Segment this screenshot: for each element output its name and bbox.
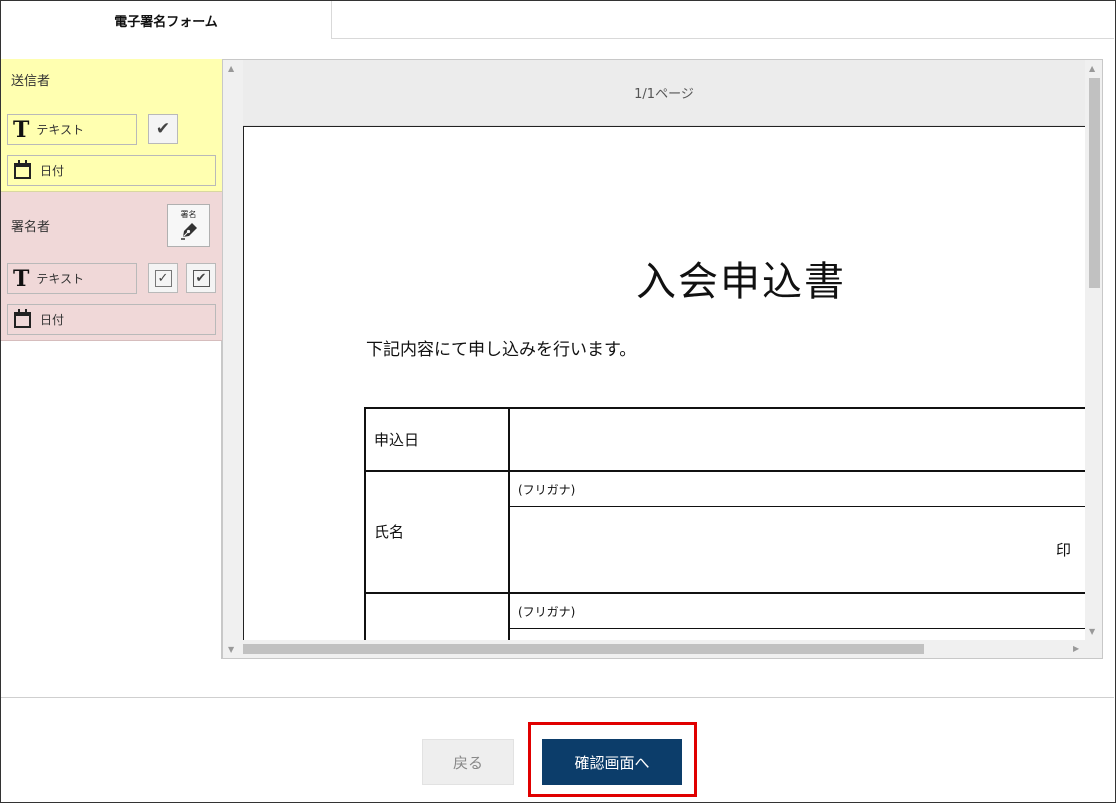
checkmark-icon: ✔	[155, 118, 171, 139]
document-viewer[interactable]: ▲ ▼ 1/1ページ 入会申込書 下記内容にて申し込みを行います。 申込日 (フ…	[222, 59, 1103, 659]
tab-bar: 電子署名フォーム	[1, 1, 1114, 40]
page-indicator: 1/1ページ	[634, 87, 694, 102]
sender-date-label: 日付	[40, 164, 65, 178]
back-button[interactable]: 戻る	[422, 739, 514, 785]
signer-date-label: 日付	[40, 313, 65, 327]
sender-text-field[interactable]: T テキスト	[7, 114, 137, 145]
checkbox-outline-icon: ✓	[154, 269, 172, 287]
scroll-down-arrow-icon[interactable]: ▼	[228, 646, 234, 654]
sender-date-field[interactable]: 日付	[7, 155, 216, 186]
sender-title: 送信者	[11, 74, 51, 89]
vertical-scroll-thumb[interactable]	[1089, 78, 1100, 288]
checkbox-checked-icon: ✔	[192, 269, 210, 287]
date-label: 申込日	[374, 431, 420, 449]
signer-text-field[interactable]: T テキスト	[7, 263, 137, 294]
signer-section: 署名者 署名 T テキスト ✓ ✔ 日付	[1, 192, 222, 341]
text-icon: T	[13, 116, 30, 143]
tab-e-signature-form[interactable]: 電子署名フォーム	[1, 1, 332, 40]
table-line	[508, 506, 1085, 507]
horizontal-scroll-thumb[interactable]	[243, 644, 924, 654]
scroll-up-arrow-icon[interactable]: ▲	[228, 65, 234, 73]
name-label: 氏名	[374, 523, 405, 541]
tab-label: 電子署名フォーム	[114, 14, 218, 30]
table-line	[364, 407, 366, 646]
table-line	[364, 470, 1085, 472]
document-title: 入会申込書	[636, 259, 846, 305]
signer-text-label: テキスト	[36, 272, 85, 286]
left-scroll-gutter: ▲ ▼	[223, 60, 241, 658]
document-intro: 下記内容にて申し込みを行います。	[366, 340, 637, 360]
table-line	[364, 407, 1085, 409]
application-table: 申込日 (フリガナ) 氏名 印 (フリガナ)	[364, 407, 1085, 646]
document-page[interactable]: 入会申込書 下記内容にて申し込みを行います。 申込日 (フリガナ) 氏名 印 (…	[243, 126, 1085, 646]
confirm-button-label: 確認画面へ	[574, 753, 650, 772]
table-line	[508, 407, 510, 646]
back-button-label: 戻る	[452, 753, 483, 772]
signature-field-button[interactable]: 署名	[167, 204, 210, 247]
furigana-label: (フリガナ)	[518, 605, 576, 619]
vertical-scrollbar[interactable]: ▲ ▼	[1085, 60, 1102, 658]
horizontal-scrollbar[interactable]: ▶	[241, 640, 1085, 658]
seal-mark: 印	[1056, 541, 1072, 559]
table-line	[508, 628, 1085, 629]
scroll-up-arrow-icon[interactable]: ▲	[1089, 65, 1095, 73]
scroll-right-arrow-icon[interactable]: ▶	[1073, 645, 1079, 653]
confirm-screen-button[interactable]: 確認画面へ	[542, 739, 682, 785]
sender-checkbox-field[interactable]: ✔	[148, 114, 178, 144]
table-line	[364, 592, 1085, 594]
calendar-icon	[14, 308, 31, 328]
fountain-pen-icon	[180, 222, 197, 240]
page-indicator-bar: 1/1ページ	[243, 60, 1085, 126]
sender-text-label: テキスト	[36, 123, 85, 137]
signer-checkbox-outline-field[interactable]: ✓	[148, 263, 178, 293]
text-icon: T	[13, 265, 30, 292]
furigana-label: (フリガナ)	[518, 483, 576, 497]
calendar-icon	[14, 159, 31, 179]
signer-title: 署名者	[11, 220, 51, 235]
signer-date-field[interactable]: 日付	[7, 304, 216, 335]
sender-section: 送信者 T テキスト ✔ 日付	[1, 59, 222, 192]
signer-checkbox-field[interactable]: ✔	[186, 263, 216, 293]
scroll-down-arrow-icon[interactable]: ▼	[1089, 628, 1095, 636]
signature-label: 署名	[180, 209, 197, 219]
field-palette: 送信者 T テキスト ✔ 日付 署名者 署名 T テキスト ✓ ✔ 日付	[1, 59, 222, 659]
footer-divider	[1, 697, 1114, 698]
